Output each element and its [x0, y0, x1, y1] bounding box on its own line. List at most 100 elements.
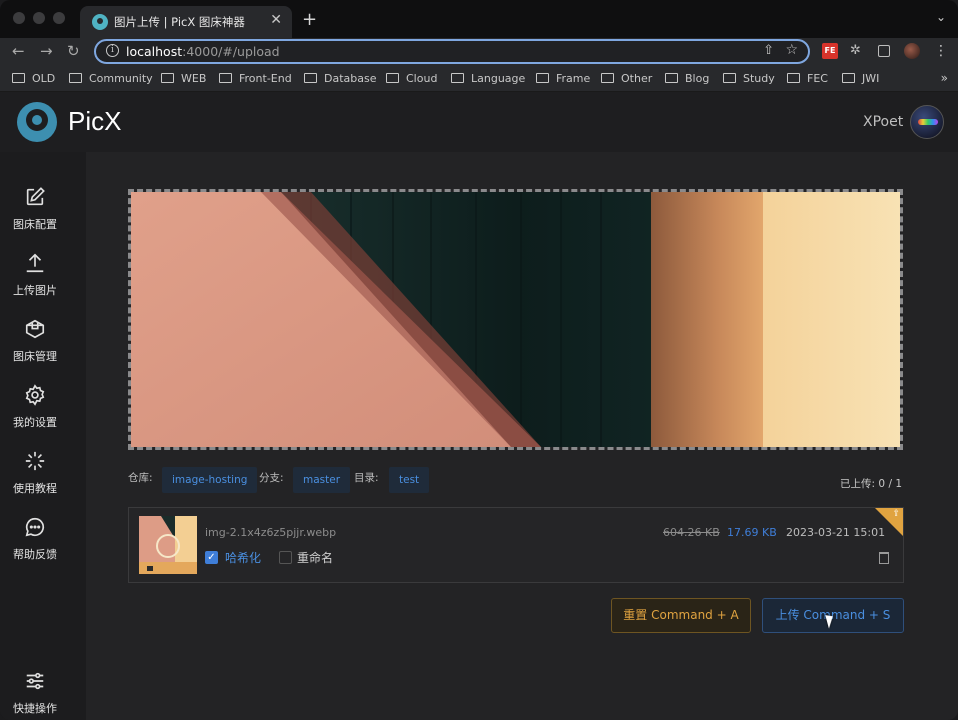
- chat-icon: [25, 517, 45, 537]
- app-logo-text[interactable]: PicX: [68, 106, 121, 137]
- bookmark-folder[interactable]: OLD: [12, 72, 55, 85]
- folder-icon: [842, 73, 855, 83]
- rename-checkbox[interactable]: [279, 551, 292, 564]
- bookmark-folder[interactable]: JWI: [842, 72, 879, 85]
- gear-icon: [25, 384, 45, 406]
- bookmarks-overflow-icon[interactable]: »: [941, 71, 948, 85]
- folder-icon: [386, 73, 399, 83]
- address-url[interactable]: localhost:4000/#/upload: [126, 44, 280, 59]
- bookmarks-bar: OLD Community WEB Front-End Database Clo…: [0, 66, 958, 92]
- bookmark-folder[interactable]: Front-End: [219, 72, 292, 85]
- hash-checkbox[interactable]: ✓: [205, 551, 218, 564]
- app-header: PicX XPoet: [0, 92, 958, 152]
- sidebar-item-hosting-config[interactable]: 图床配置: [0, 164, 70, 231]
- forward-icon[interactable]: →: [40, 42, 53, 60]
- dir-label: 目录:: [354, 472, 379, 484]
- delete-icon[interactable]: [879, 552, 889, 564]
- browser-tab-active[interactable]: 图片上传 | PicX 图床神器 ✕: [80, 6, 292, 38]
- browser-toolbar: ← → ↻ i localhost:4000/#/upload ⇧ ☆ FE ✲…: [0, 38, 958, 66]
- sidebar-item-settings[interactable]: 我的设置: [0, 362, 70, 429]
- repo-tag[interactable]: image-hosting: [162, 467, 258, 493]
- folder-icon: [723, 73, 736, 83]
- upload-button[interactable]: 上传 Command + S: [762, 598, 904, 633]
- compressed-size: 17.69 KB: [727, 526, 777, 539]
- share-icon[interactable]: ⇧: [763, 43, 774, 58]
- edit-icon: [26, 187, 45, 206]
- reset-button[interactable]: 重置 Command + A: [611, 598, 751, 633]
- sidebar: 图床配置 上传图片 图床管理 我的设置 使用教程 帮助反馈 快捷操作: [0, 152, 70, 720]
- browser-window: 图片上传 | PicX 图床神器 ✕ + ⌄ ← → ↻ i localhost…: [0, 0, 958, 720]
- upload-badge-icon: ⇪: [892, 509, 900, 519]
- sidebar-item-upload[interactable]: 上传图片: [0, 230, 70, 297]
- tab-close-icon[interactable]: ✕: [270, 12, 282, 28]
- box-icon: [25, 319, 45, 339]
- bookmark-folder[interactable]: Community: [69, 72, 153, 85]
- username: XPoet: [863, 114, 904, 130]
- bookmark-folder[interactable]: Study: [723, 72, 775, 85]
- upload-dropzone[interactable]: [128, 189, 903, 450]
- upload-preview-image: [131, 192, 900, 447]
- folder-icon: [787, 73, 800, 83]
- sidebar-item-label: 帮助反馈: [13, 548, 57, 561]
- sidebar-item-shortcuts[interactable]: 快捷操作: [0, 648, 70, 715]
- upload-icon: [26, 253, 44, 273]
- original-size: 604.26 KB: [663, 526, 720, 539]
- url-path: :4000/#/upload: [182, 44, 280, 59]
- folder-icon: [12, 73, 25, 83]
- bookmark-folder[interactable]: Language: [451, 72, 525, 85]
- browser-menu-icon[interactable]: ⋮: [934, 43, 950, 59]
- file-date: 2023-03-21 15:01: [786, 526, 886, 539]
- repo-label: 仓库:: [128, 472, 153, 484]
- sliders-icon: [26, 672, 44, 690]
- side-panel-icon[interactable]: [878, 45, 890, 57]
- picx-logo-icon[interactable]: [17, 102, 57, 142]
- tab-strip: 图片上传 | PicX 图床神器 ✕ + ⌄: [0, 0, 958, 38]
- sidebar-item-feedback[interactable]: 帮助反馈: [0, 494, 70, 561]
- dir-tag[interactable]: test: [389, 467, 430, 493]
- bookmark-star-icon[interactable]: ☆: [785, 42, 798, 58]
- url-host: localhost: [126, 44, 183, 59]
- window-close-dot[interactable]: [13, 12, 25, 24]
- bookmark-folder[interactable]: Database: [304, 72, 377, 85]
- window-minimize-dot[interactable]: [33, 12, 45, 24]
- folder-icon: [219, 73, 232, 83]
- hash-label[interactable]: 哈希化: [225, 549, 261, 566]
- window-zoom-dot[interactable]: [53, 12, 65, 24]
- user-avatar[interactable]: [910, 105, 944, 139]
- fe-extension-icon[interactable]: FE: [822, 43, 838, 59]
- folder-icon: [536, 73, 549, 83]
- rename-label[interactable]: 重命名: [297, 549, 333, 566]
- back-icon[interactable]: ←: [12, 42, 25, 60]
- folder-icon: [601, 73, 614, 83]
- upload-count: 已上传: 0 / 1: [840, 478, 902, 490]
- bookmark-folder[interactable]: Cloud: [386, 72, 437, 85]
- sidebar-item-label: 快捷操作: [13, 702, 57, 715]
- file-item: img-2.1x4z6z5pjjr.webp 604.26 KB 17.69 K…: [128, 507, 904, 583]
- file-name: img-2.1x4z6z5pjjr.webp: [205, 526, 337, 539]
- folder-icon: [304, 73, 317, 83]
- branch-label: 分支:: [259, 472, 284, 484]
- folder-icon: [161, 73, 174, 83]
- folder-icon: [69, 73, 82, 83]
- reload-icon[interactable]: ↻: [67, 42, 80, 60]
- address-bar[interactable]: i localhost:4000/#/upload ⇧ ☆: [94, 39, 810, 64]
- bookmark-folder[interactable]: WEB: [161, 72, 206, 85]
- picx-favicon-icon: [92, 14, 108, 30]
- tab-search-icon[interactable]: ⌄: [936, 10, 946, 24]
- bookmark-folder[interactable]: Blog: [665, 72, 709, 85]
- bookmark-folder[interactable]: Frame: [536, 72, 590, 85]
- site-info-icon[interactable]: i: [106, 44, 119, 57]
- bookmark-folder[interactable]: Other: [601, 72, 652, 85]
- sidebar-item-tutorial[interactable]: 使用教程: [0, 428, 70, 495]
- sidebar-item-management[interactable]: 图床管理: [0, 296, 70, 363]
- sparkle-icon: [25, 451, 45, 471]
- extensions-icon[interactable]: ✲: [850, 43, 866, 59]
- profile-avatar-icon[interactable]: [904, 43, 920, 59]
- new-tab-button[interactable]: +: [302, 9, 317, 30]
- folder-icon: [451, 73, 464, 83]
- branch-tag[interactable]: master: [293, 467, 351, 493]
- tab-title: 图片上传 | PicX 图床神器: [114, 15, 245, 29]
- folder-icon: [665, 73, 678, 83]
- bookmark-folder[interactable]: FEC: [787, 72, 828, 85]
- file-thumbnail[interactable]: [139, 516, 197, 574]
